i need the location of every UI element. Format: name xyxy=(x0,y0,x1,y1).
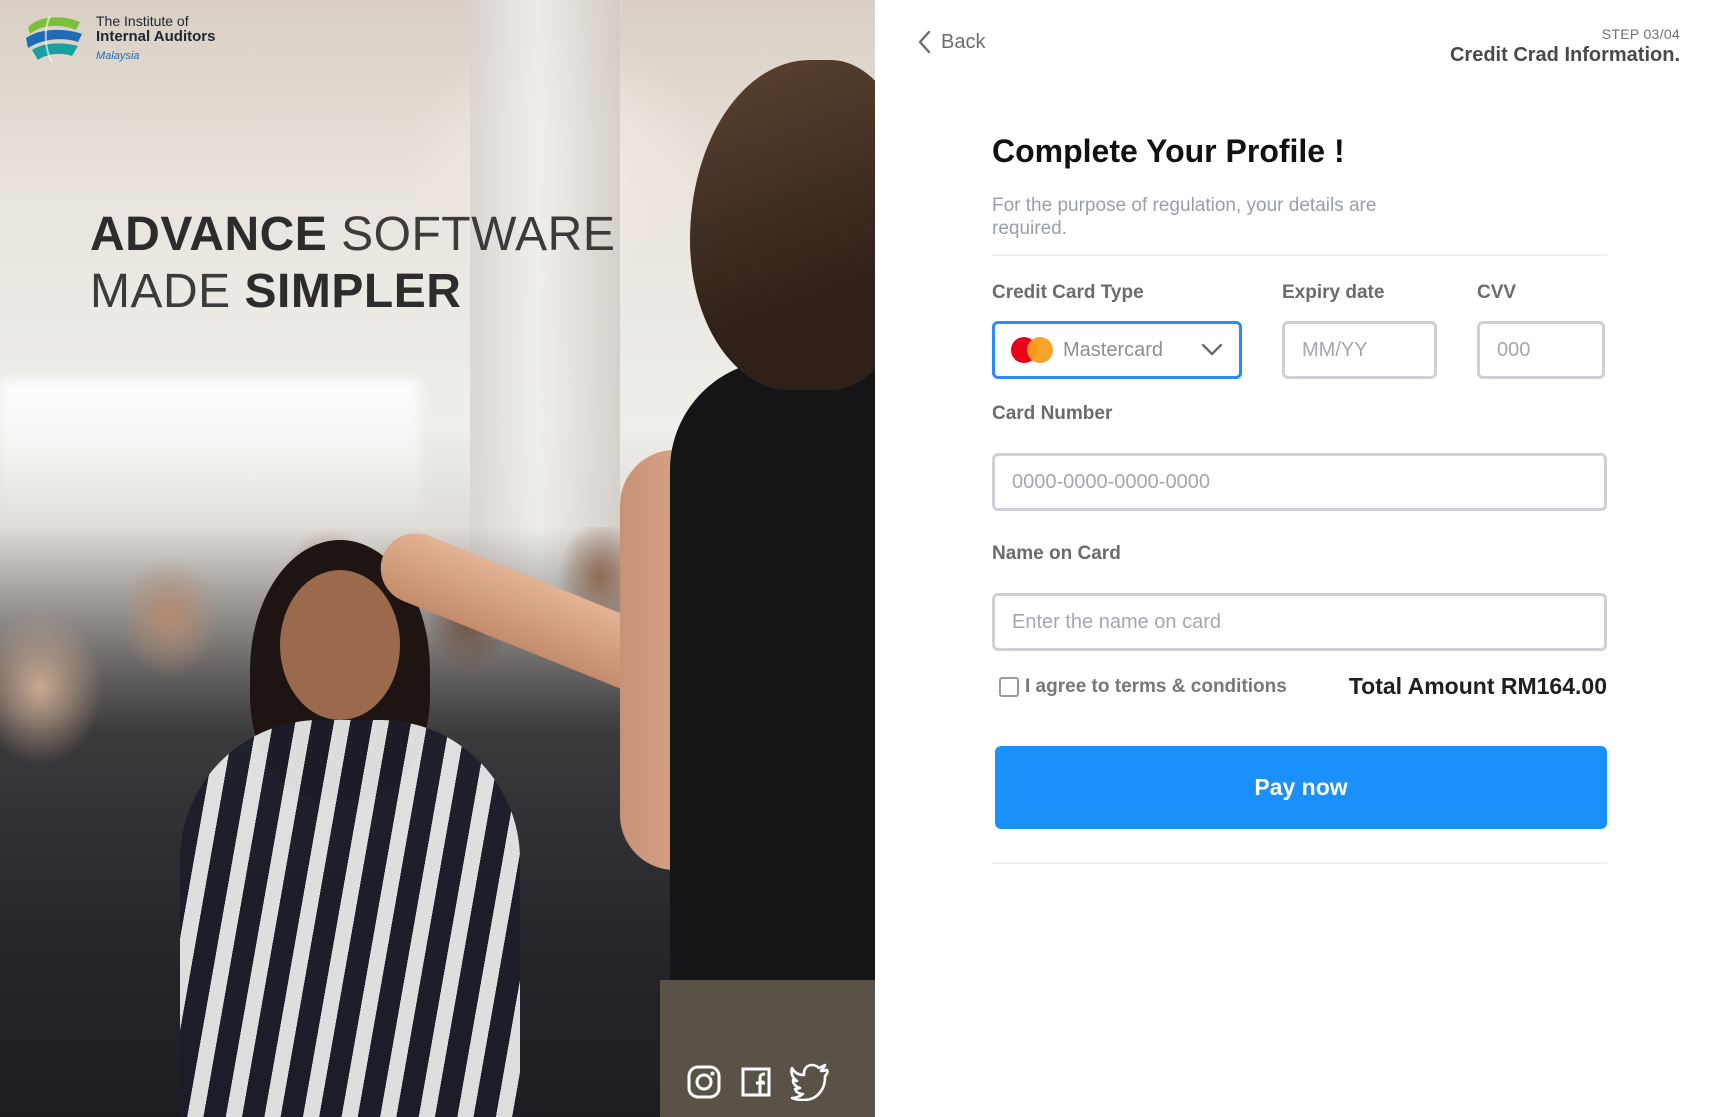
headline-made: MADE xyxy=(90,265,245,318)
name-on-card-label: Name on Card xyxy=(992,543,1121,564)
divider-bottom xyxy=(992,862,1607,864)
headline-software: SOFTWARE xyxy=(327,208,616,261)
social-links xyxy=(686,1063,830,1101)
total-amount: Total Amount RM164.00 xyxy=(1348,673,1607,699)
brand-line1: The Institute of xyxy=(96,13,189,29)
chevron-left-icon xyxy=(918,30,931,54)
cvv-label: CVV xyxy=(1477,282,1517,303)
globe-logo-icon xyxy=(26,15,82,63)
terms-text: I agree to terms & conditions xyxy=(1025,675,1287,697)
mastercard-icon xyxy=(1011,337,1053,363)
back-button[interactable]: Back xyxy=(917,30,985,54)
background-window xyxy=(0,380,420,530)
facebook-icon[interactable] xyxy=(740,1066,772,1098)
step-indicator: STEP 03/04 Credit Crad Information. xyxy=(1450,26,1680,67)
back-label: Back xyxy=(941,30,986,53)
name-on-card-input[interactable] xyxy=(992,593,1607,651)
form-subtitle: For the purpose of regulation, your deta… xyxy=(992,195,1377,239)
twitter-icon[interactable] xyxy=(790,1063,830,1101)
page: The Institute of Internal Auditors Malay… xyxy=(0,0,1728,1117)
card-number-group: Card Number xyxy=(992,403,1607,511)
brand-logo[interactable]: The Institute of Internal Auditors Malay… xyxy=(22,10,215,66)
payment-form: Complete Your Profile ! For the purpose … xyxy=(992,133,1607,864)
card-type-group: Credit Card Type Mastercard xyxy=(992,282,1282,379)
hero-headline: ADVANCE SOFTWARE MADE SIMPLER xyxy=(90,206,615,320)
terms-checkbox[interactable] xyxy=(999,676,1019,697)
step-label: STEP 03/04 xyxy=(1601,26,1680,42)
expiry-label: Expiry date xyxy=(1282,282,1385,303)
brand-line3: Malaysia xyxy=(96,49,140,62)
form-panel: Back STEP 03/04 Credit Crad Information.… xyxy=(875,0,1728,1117)
brand-line2: Internal Auditors xyxy=(96,28,216,46)
audience-member-face xyxy=(280,570,400,720)
hero-panel: The Institute of Internal Auditors Malay… xyxy=(0,0,875,1117)
divider xyxy=(992,254,1607,256)
step-title: Credit Crad Information. xyxy=(1449,44,1680,66)
terms-total-row: I agree to terms & conditions Total Amou… xyxy=(992,673,1607,700)
card-type-label: Credit Card Type xyxy=(992,282,1144,303)
expiry-group: Expiry date xyxy=(1282,282,1477,379)
cvv-input[interactable] xyxy=(1477,321,1605,379)
card-number-label: Card Number xyxy=(992,403,1113,424)
card-type-value: Mastercard xyxy=(1063,338,1164,361)
card-number-input[interactable] xyxy=(992,453,1607,511)
headline-simpler: SIMPLER xyxy=(244,265,462,318)
pay-now-button[interactable]: Pay now xyxy=(995,746,1607,829)
form-title: Complete Your Profile ! xyxy=(992,133,1345,169)
chevron-down-icon xyxy=(1201,343,1223,356)
card-details-row: Credit Card Type Mastercard Expiry date xyxy=(992,282,1607,379)
speaker-hair xyxy=(690,60,875,390)
terms-checkbox-label[interactable]: I agree to terms & conditions xyxy=(992,676,1287,698)
card-type-select[interactable]: Mastercard xyxy=(992,321,1242,379)
audience-member-shirt xyxy=(180,720,520,1117)
expiry-input[interactable] xyxy=(1282,321,1437,379)
instagram-icon[interactable] xyxy=(686,1064,722,1100)
headline-advance: ADVANCE xyxy=(90,208,328,261)
cvv-group: CVV xyxy=(1477,282,1607,379)
name-on-card-group: Name on Card xyxy=(992,543,1607,651)
